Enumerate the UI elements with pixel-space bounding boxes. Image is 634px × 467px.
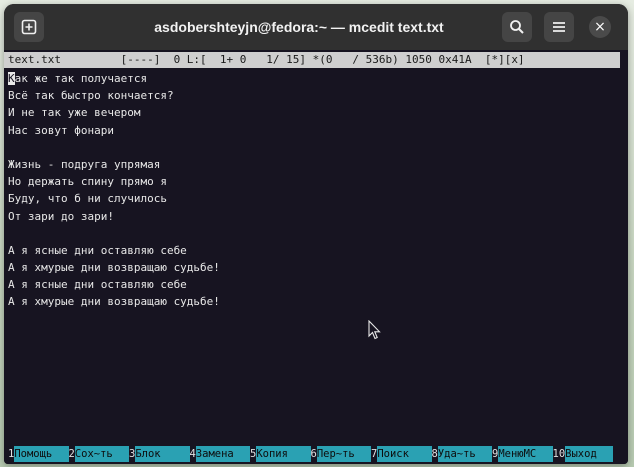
- fkey-help[interactable]: 1 Помощь: [8, 446, 69, 462]
- editor-line: Буду, что б ни случилось: [8, 192, 167, 206]
- search-button[interactable]: [502, 12, 532, 42]
- editor-line: А я ясные дни оставляю себе: [8, 243, 187, 257]
- fkey-label: МенюМС: [498, 446, 553, 462]
- fkey-save[interactable]: 2 Сох~ть: [69, 446, 129, 462]
- editor-line: Как же так получается: [8, 70, 618, 87]
- search-icon: [510, 20, 524, 34]
- fkey-number: 10: [552, 448, 566, 460]
- fkey-label: Уда~ть: [437, 446, 492, 462]
- new-tab-button[interactable]: [14, 12, 44, 42]
- fkey-label: Поиск: [377, 446, 432, 462]
- fkey-label: Сох~ть: [74, 446, 129, 462]
- fkey-label: Выход: [565, 446, 613, 462]
- close-icon: ×: [594, 19, 606, 35]
- hamburger-menu-icon: [553, 22, 565, 32]
- editor-line: Жизнь - подруга упрямая: [8, 157, 161, 171]
- fkey-exit[interactable]: 10 Выход: [552, 446, 613, 462]
- fkey-move[interactable]: 6 Пер~ть: [311, 446, 371, 462]
- window-title: asdobershteyjn@fedora:~ — mcedit text.tx…: [154, 19, 444, 35]
- text-cursor: К: [8, 72, 15, 85]
- fkey-label: Блок: [135, 446, 190, 462]
- editor-line: А я ясные дни оставляю себе: [8, 278, 187, 292]
- editor-line: А я хмурые дни возвращаю судьбе!: [8, 295, 220, 309]
- editor-text-area[interactable]: Как же так получается Всё так быстро кон…: [8, 70, 618, 440]
- fkey-search[interactable]: 7 Поиск: [371, 446, 432, 462]
- editor-line: Нас зовут фонари: [8, 123, 114, 137]
- close-button[interactable]: ×: [589, 16, 611, 38]
- fkey-copy[interactable]: 5 Копия: [250, 446, 311, 462]
- fkey-label: Замена: [195, 446, 250, 462]
- mouse-pointer-icon: [368, 320, 381, 340]
- editor-line: И не так уже вечером: [8, 106, 141, 120]
- fkey-delete[interactable]: 8 Уда~ть: [432, 446, 492, 462]
- terminal-window: asdobershteyjn@fedora:~ — mcedit text.tx…: [4, 4, 628, 464]
- editor-line: Но держать спину прямо я: [8, 175, 167, 189]
- editor-line: А я хмурые дни возвращаю судьбе!: [8, 261, 220, 275]
- fkey-replace[interactable]: 4 Замена: [190, 446, 250, 462]
- fkey-menu[interactable]: 9 МенюМС: [492, 446, 553, 462]
- editor-line: От зари до зари!: [8, 209, 114, 223]
- editor-line-text: ак же так получается: [14, 72, 148, 85]
- fkey-label: Копия: [256, 446, 311, 462]
- plus-square-icon: [21, 19, 37, 35]
- terminal-area[interactable]: text.txt [----] 0 L:[ 1+ 0 1/ 15] *(0 / …: [4, 50, 628, 464]
- editor-line: Всё так быстро кончается?: [8, 89, 174, 103]
- function-key-bar: 1 Помощь 2 Сох~ть 3 Блок 4 Замена 5 Копия 6 Пе…: [8, 446, 620, 462]
- title-bar[interactable]: asdobershteyjn@fedora:~ — mcedit text.tx…: [4, 4, 628, 50]
- fkey-label: Пер~ть: [316, 446, 371, 462]
- mcedit-status-line: text.txt [----] 0 L:[ 1+ 0 1/ 15] *(0 / …: [4, 52, 620, 68]
- fkey-label: Помощь: [14, 446, 69, 462]
- menu-button[interactable]: [544, 12, 574, 42]
- fkey-block[interactable]: 3 Блок: [129, 446, 190, 462]
